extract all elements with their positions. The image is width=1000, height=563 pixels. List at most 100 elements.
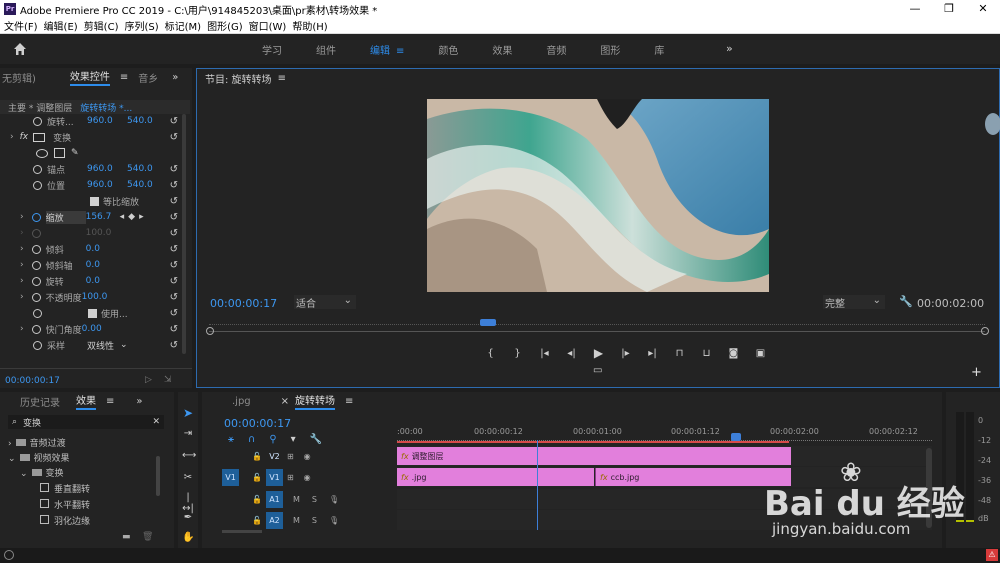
workspace-tab-editing[interactable]: 编辑 ≡ <box>370 42 404 57</box>
stopwatch-icon[interactable] <box>33 164 42 174</box>
restore-icon[interactable]: ❐ <box>932 0 966 18</box>
panel-menu-icon[interactable]: ≡ <box>120 72 128 83</box>
property-value[interactable]: 960.0 <box>87 164 127 174</box>
fit-select[interactable]: 适合 ⌄ <box>294 295 356 310</box>
ruler-playhead-icon[interactable] <box>731 433 741 441</box>
program-timecode[interactable]: 00:00:00:17 <box>210 297 277 310</box>
property-value[interactable]: 0.0 <box>86 244 100 254</box>
tree-item-feather-edges[interactable]: 羽化边缘 <box>40 514 90 527</box>
linked-selection-icon[interactable]: ⚲ <box>269 434 276 445</box>
comment-icon[interactable]: ▭ <box>593 365 602 376</box>
chevron-down-icon[interactable]: ⌄ <box>120 340 128 350</box>
hand-tool-icon[interactable]: ✋ <box>182 532 194 543</box>
pen-mask-icon[interactable]: ✎ <box>71 148 79 158</box>
panel-more-icon[interactable]: » <box>172 72 178 83</box>
lock-icon[interactable]: 🔓 <box>252 473 262 482</box>
expand-arrow-icon[interactable]: › <box>20 324 24 334</box>
sampling-select[interactable]: 双线性 <box>87 339 114 352</box>
nest-icon[interactable]: ⚹ <box>228 434 234 445</box>
timeline-playhead-line[interactable] <box>537 440 538 530</box>
sync-lock-icon[interactable]: ⊞ <box>287 473 294 482</box>
tab-history[interactable]: 历史记录 <box>20 394 60 409</box>
source-patch[interactable] <box>222 448 239 465</box>
ellipse-mask-icon[interactable] <box>36 148 48 158</box>
playhead-marker[interactable] <box>480 319 497 326</box>
tree-item-horizontal-flip[interactable]: 水平翻转 <box>40 498 90 511</box>
zoom-handle-left[interactable] <box>206 327 214 335</box>
tab-effects[interactable]: 效果 <box>76 392 96 410</box>
track-label[interactable]: V1 <box>265 468 283 486</box>
expand-arrow-icon[interactable]: › <box>20 292 24 302</box>
stopwatch-icon[interactable] <box>31 260 41 270</box>
reset-icon[interactable]: ↺ <box>170 244 178 255</box>
expand-arrow-icon[interactable]: › <box>20 260 24 270</box>
snap-icon[interactable]: ∩ <box>248 434 255 445</box>
panel-more-icon[interactable]: » <box>136 396 142 407</box>
export-frame-icon[interactable]: ⇲ <box>164 375 172 385</box>
clip-jpg[interactable]: fx .jpg <box>397 468 594 486</box>
reset-icon[interactable]: ↺ <box>170 228 178 239</box>
uniform-scale-checkbox[interactable] <box>90 196 99 206</box>
menu-graphics[interactable]: 图形(G) <box>207 18 243 33</box>
composite-shutter-checkbox[interactable] <box>88 308 97 318</box>
property-value[interactable]: 960.0 <box>87 116 127 126</box>
stopwatch-icon[interactable] <box>33 116 42 126</box>
sync-lock-icon[interactable]: ⊞ <box>287 452 294 461</box>
go-to-in-icon[interactable]: |◂ <box>531 348 558 359</box>
workspace-tab-assembly[interactable]: 组件 <box>316 42 336 57</box>
close-tab-icon[interactable]: × <box>281 396 289 407</box>
property-value[interactable]: 540.0 <box>127 164 153 174</box>
ripple-edit-tool-icon[interactable]: ⟷ <box>182 450 196 461</box>
lock-icon[interactable]: 🔓 <box>252 495 262 504</box>
tab-effect-controls[interactable]: 效果控件 <box>69 68 110 86</box>
property-value[interactable]: 156.7 <box>86 212 120 222</box>
effect-controls-timecode[interactable]: 00:00:00:17 <box>5 376 60 386</box>
property-value[interactable]: 540.0 <box>127 116 153 126</box>
sequence-clip-label[interactable]: 旋转转场 *... <box>80 101 132 114</box>
keyframe-add-icon[interactable]: ◆ <box>128 212 135 222</box>
stopwatch-icon[interactable] <box>31 212 41 222</box>
status-icon[interactable] <box>4 550 14 560</box>
time-ruler[interactable]: :00:00 00:00:00:12 00:00:01:00 00:00:01:… <box>397 425 932 443</box>
workspace-tab-libraries[interactable]: 库 <box>654 42 664 57</box>
export-frame-camera-icon[interactable]: ◙ <box>720 348 747 359</box>
add-marker-icon[interactable]: ▾ <box>291 434 296 445</box>
track-label[interactable]: A2 <box>265 511 283 529</box>
workspace-menu-icon[interactable]: ≡ <box>396 46 404 57</box>
workspace-tab-learn[interactable]: 学习 <box>262 42 282 57</box>
stopwatch-icon[interactable] <box>31 276 41 286</box>
workspace-tab-graphics[interactable]: 图形 <box>600 42 620 57</box>
property-value[interactable]: 0.0 <box>86 276 100 286</box>
eye-icon[interactable]: ◉ <box>304 473 311 482</box>
property-value[interactable]: 0.0 <box>86 260 100 270</box>
timeline-zoom-bar[interactable] <box>222 530 262 533</box>
razor-tool-icon[interactable]: ✂ <box>182 472 194 483</box>
reset-icon[interactable]: ↺ <box>170 180 178 191</box>
slip-tool-icon[interactable]: |↔| <box>182 492 194 514</box>
playback-quality-select[interactable]: 完整 ⌄ <box>823 295 885 310</box>
tree-item-vertical-flip[interactable]: 垂直翻转 <box>40 482 90 495</box>
workspace-tab-color[interactable]: 颜色 <box>438 42 458 57</box>
mute-toggle[interactable]: M <box>293 495 300 504</box>
menu-marker[interactable]: 标记(M) <box>165 18 201 33</box>
expand-arrow-icon[interactable]: › <box>10 132 14 142</box>
property-value[interactable]: 540.0 <box>127 180 153 190</box>
reset-icon[interactable]: ↺ <box>170 196 178 207</box>
menu-clip[interactable]: 剪辑(C) <box>84 18 119 33</box>
reset-icon[interactable]: ↺ <box>170 308 178 319</box>
lock-icon[interactable]: 🔓 <box>252 452 262 461</box>
menu-help[interactable]: 帮助(H) <box>292 18 327 33</box>
tree-item-transform[interactable]: ⌄ 变换 <box>20 466 64 479</box>
stopwatch-icon[interactable] <box>31 324 41 334</box>
microphone-icon[interactable]: 🎙 <box>329 516 339 525</box>
program-monitor-title[interactable]: 节目: 旋转转场 <box>205 71 272 86</box>
add-button-icon[interactable]: + <box>971 365 982 380</box>
effects-search-input[interactable]: ⌕ 变换 ✕ <box>8 415 164 429</box>
panel-menu-icon[interactable]: ≡ <box>278 73 286 84</box>
reset-icon[interactable]: ↺ <box>170 164 178 175</box>
timeline-timecode[interactable]: 00:00:00:17 <box>224 417 291 430</box>
track-label[interactable]: V2 <box>266 448 283 465</box>
reset-icon[interactable]: ↺ <box>170 132 178 143</box>
lock-icon[interactable]: 🔓 <box>252 516 262 525</box>
tab-sequence-prev[interactable]: .jpg <box>232 396 251 407</box>
